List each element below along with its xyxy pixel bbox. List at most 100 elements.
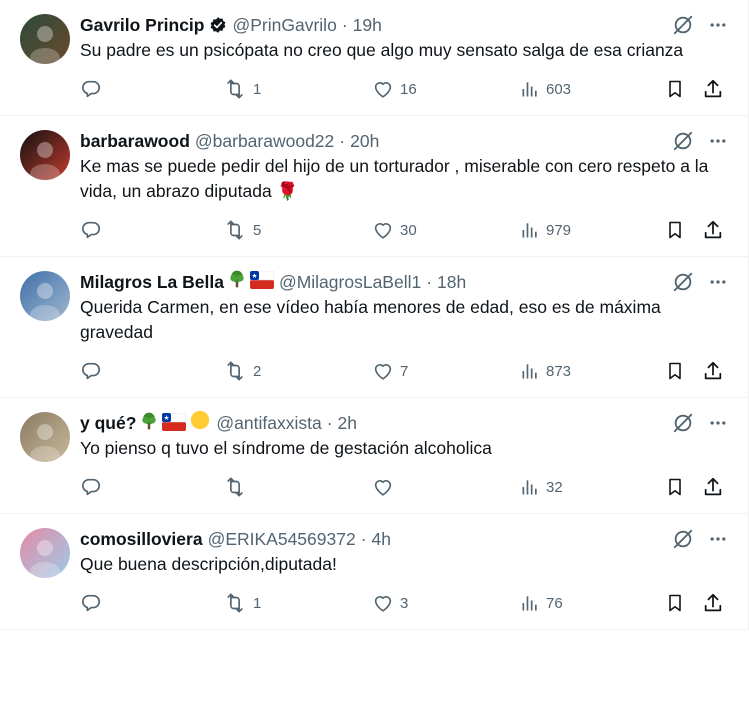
bookmark-button[interactable] bbox=[665, 360, 685, 382]
avatar[interactable] bbox=[20, 412, 70, 462]
chile-emoji-icon bbox=[162, 413, 187, 431]
views-count: 76 bbox=[546, 594, 563, 612]
timestamp[interactable]: 19h bbox=[353, 13, 382, 37]
grok-icon[interactable] bbox=[672, 271, 694, 298]
reply-icon bbox=[80, 476, 102, 498]
heart-icon bbox=[372, 78, 394, 100]
views-icon bbox=[520, 593, 540, 613]
like-button[interactable]: 16 bbox=[372, 78, 417, 100]
handle[interactable]: @barbarawood22 bbox=[195, 129, 334, 153]
more-icon[interactable] bbox=[708, 272, 728, 297]
share-button[interactable] bbox=[702, 476, 724, 498]
like-button[interactable]: 7 bbox=[372, 360, 408, 382]
tweet[interactable]: y qué? @antifaxxista · 2h Yo pienso q tu… bbox=[0, 398, 748, 514]
timestamp[interactable]: 4h bbox=[372, 527, 391, 551]
separator-dot: · bbox=[339, 131, 346, 151]
separator-dot: · bbox=[360, 529, 367, 549]
views-button[interactable]: 873 bbox=[520, 361, 571, 381]
handle[interactable]: @MilagrosLaBell1 bbox=[279, 270, 421, 294]
like-count: 7 bbox=[400, 362, 409, 380]
retweet-button[interactable]: 5 bbox=[223, 219, 261, 241]
like-button[interactable] bbox=[372, 476, 400, 498]
reply-button[interactable] bbox=[80, 592, 108, 614]
retweet-icon bbox=[223, 78, 247, 100]
action-bar: 5 30 979 bbox=[80, 218, 732, 242]
views-count: 873 bbox=[546, 362, 572, 380]
grok-icon[interactable] bbox=[672, 528, 694, 555]
bookmark-button[interactable] bbox=[665, 219, 685, 241]
tweet-content: comosilloviera @ERIKA54569372 · 4h Que b… bbox=[80, 527, 732, 615]
timestamp[interactable]: 2h bbox=[338, 411, 357, 435]
bookmark-icon bbox=[665, 219, 685, 241]
tweet[interactable]: Gavrilo Princip @PrinGavrilo · 19h Su pa… bbox=[0, 0, 748, 116]
display-name[interactable]: Milagros La Bella bbox=[80, 270, 224, 294]
bookmark-button[interactable] bbox=[665, 476, 685, 498]
more-icon[interactable] bbox=[708, 413, 728, 438]
action-bar: 2 7 873 bbox=[80, 359, 732, 383]
more-icon[interactable] bbox=[708, 131, 728, 156]
separator-dot: · bbox=[341, 15, 348, 35]
views-button[interactable]: 32 bbox=[520, 477, 563, 497]
display-name[interactable]: Gavrilo Princip bbox=[80, 13, 204, 37]
avatar[interactable] bbox=[20, 271, 70, 321]
sun-emoji-icon bbox=[189, 409, 211, 431]
bookmark-button[interactable] bbox=[665, 78, 685, 100]
retweet-button[interactable]: 1 bbox=[223, 78, 261, 100]
retweet-icon bbox=[223, 360, 247, 382]
share-button[interactable] bbox=[702, 360, 724, 382]
avatar[interactable] bbox=[20, 528, 70, 578]
more-icon[interactable] bbox=[708, 15, 728, 40]
retweet-count: 2 bbox=[253, 362, 262, 380]
views-count: 32 bbox=[546, 478, 563, 496]
views-button[interactable]: 76 bbox=[520, 593, 563, 613]
like-count: 30 bbox=[400, 221, 417, 239]
share-button[interactable] bbox=[702, 219, 724, 241]
tweet-top-actions bbox=[672, 528, 728, 555]
views-button[interactable]: 603 bbox=[520, 79, 571, 99]
like-count: 16 bbox=[400, 80, 417, 98]
views-icon bbox=[520, 361, 540, 381]
reply-icon bbox=[80, 360, 102, 382]
display-name[interactable]: barbarawood bbox=[80, 129, 190, 153]
like-count: 3 bbox=[400, 594, 409, 612]
timestamp[interactable]: 18h bbox=[437, 270, 466, 294]
reply-button[interactable] bbox=[80, 476, 108, 498]
reply-button[interactable] bbox=[80, 78, 108, 100]
avatar[interactable] bbox=[20, 14, 70, 64]
share-icon bbox=[702, 78, 724, 100]
handle[interactable]: @ERIKA54569372 bbox=[208, 527, 356, 551]
views-button[interactable]: 979 bbox=[520, 220, 571, 240]
like-button[interactable]: 3 bbox=[372, 592, 408, 614]
grok-icon[interactable] bbox=[672, 14, 694, 41]
tweet-header: comosilloviera @ERIKA54569372 · 4h bbox=[80, 527, 732, 551]
tweet[interactable]: comosilloviera @ERIKA54569372 · 4h Que b… bbox=[0, 514, 748, 630]
tweet-top-actions bbox=[672, 14, 728, 41]
bookmark-icon bbox=[665, 360, 685, 382]
tweet[interactable]: barbarawood @barbarawood22 · 20h Ke mas … bbox=[0, 116, 748, 257]
grok-icon[interactable] bbox=[672, 130, 694, 157]
like-button[interactable]: 30 bbox=[372, 219, 417, 241]
heart-icon bbox=[372, 592, 394, 614]
reply-button[interactable] bbox=[80, 219, 108, 241]
verified-badge-icon bbox=[209, 16, 227, 34]
more-icon[interactable] bbox=[708, 529, 728, 554]
retweet-button[interactable]: 2 bbox=[223, 360, 261, 382]
reply-button[interactable] bbox=[80, 360, 108, 382]
bookmark-button[interactable] bbox=[665, 592, 685, 614]
retweet-button[interactable] bbox=[223, 476, 253, 498]
display-name[interactable]: comosilloviera bbox=[80, 527, 203, 551]
display-name[interactable]: y qué? bbox=[80, 411, 136, 435]
avatar[interactable] bbox=[20, 130, 70, 180]
retweet-button[interactable]: 1 bbox=[223, 592, 261, 614]
share-button[interactable] bbox=[702, 592, 724, 614]
handle[interactable]: @PrinGavrilo bbox=[232, 13, 336, 37]
grok-icon[interactable] bbox=[672, 412, 694, 439]
timestamp[interactable]: 20h bbox=[350, 129, 379, 153]
share-button[interactable] bbox=[702, 78, 724, 100]
reply-icon bbox=[80, 219, 102, 241]
handle[interactable]: @antifaxxista bbox=[216, 411, 321, 435]
tweet[interactable]: Milagros La Bella @MilagrosLaBell1 · 18h… bbox=[0, 257, 748, 398]
separator-dot: · bbox=[326, 413, 333, 433]
retweet-count: 1 bbox=[253, 594, 262, 612]
views-icon bbox=[520, 477, 540, 497]
